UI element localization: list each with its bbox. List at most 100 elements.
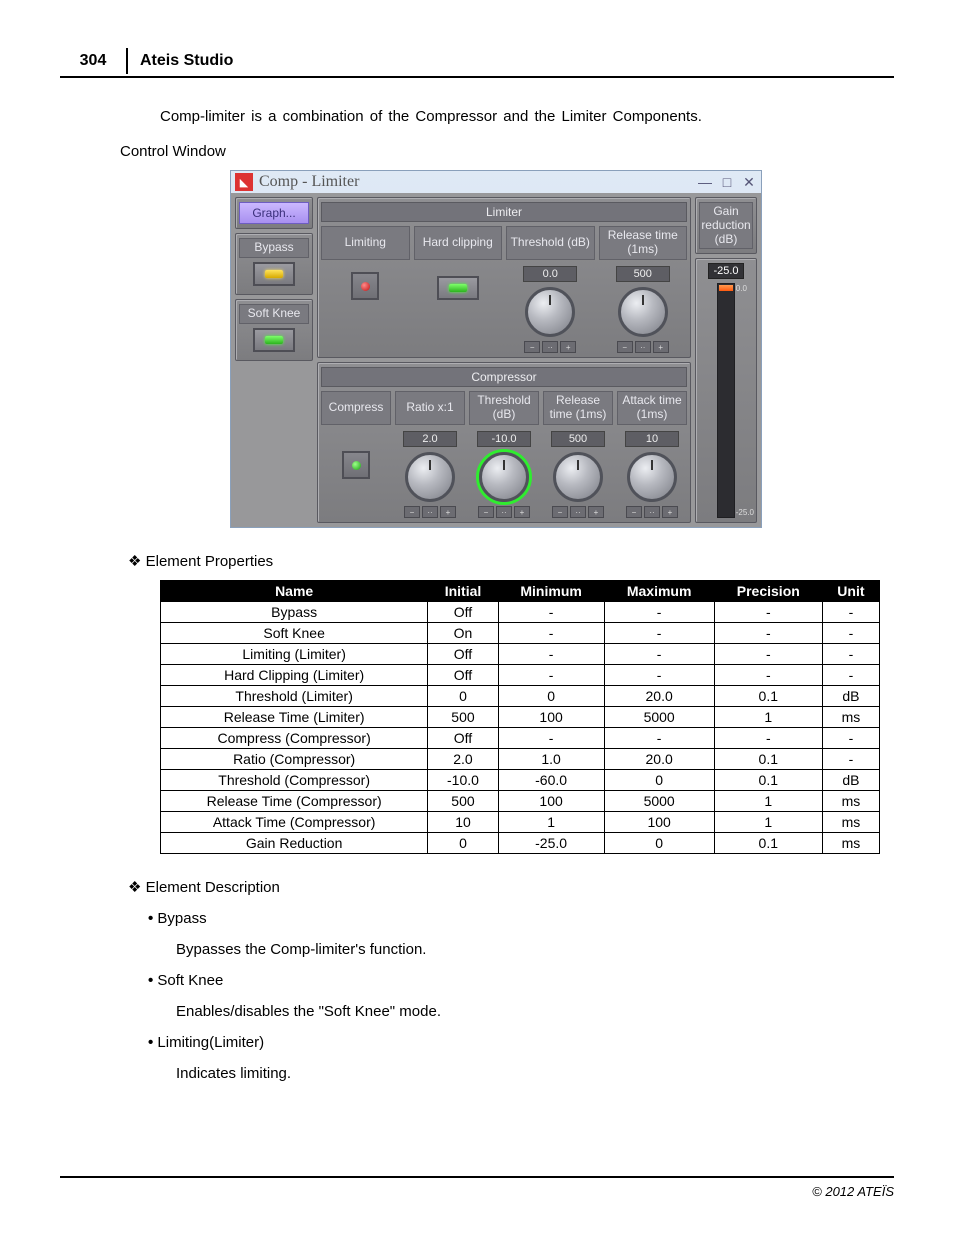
compress-indicator[interactable] <box>342 451 370 479</box>
table-row: Attack Time (Compressor)1011001ms <box>161 812 880 833</box>
table-cell: -60.0 <box>498 770 604 791</box>
graph-panel: Graph... <box>235 197 313 229</box>
attack-stepper[interactable]: −··+ <box>626 506 678 518</box>
comp-release-value: 500 <box>551 431 605 447</box>
led-icon <box>265 270 283 278</box>
gain-reduction-meter-panel: -25.0 0.0 -25.0 <box>695 258 757 523</box>
table-cell: Bypass <box>161 602 428 623</box>
hardclip-cell: Hard clipping <box>414 226 503 353</box>
table-cell: 500 <box>428 707 498 728</box>
led-icon <box>265 336 283 344</box>
table-cell: - <box>498 644 604 665</box>
table-cell: Off <box>428 602 498 623</box>
table-row: Hard Clipping (Limiter)Off---- <box>161 665 880 686</box>
graph-button[interactable]: Graph... <box>239 202 309 224</box>
table-cell: - <box>714 665 822 686</box>
th-name: Name <box>161 581 428 602</box>
table-cell: 100 <box>604 812 714 833</box>
limiter-release-label: Release time (1ms) <box>599 226 688 260</box>
comp-release-knob[interactable] <box>553 452 603 502</box>
description-title: Limiting(Limiter) <box>148 1034 894 1051</box>
table-cell: 1.0 <box>498 749 604 770</box>
table-cell: Soft Knee <box>161 623 428 644</box>
comp-release-cell: Release time (1ms) 500 −··+ <box>543 391 613 518</box>
table-cell: 0.1 <box>714 833 822 854</box>
table-cell: Limiting (Limiter) <box>161 644 428 665</box>
table-cell: - <box>822 728 879 749</box>
limiter-threshold-stepper[interactable]: −··+ <box>524 341 576 353</box>
table-cell: - <box>822 749 879 770</box>
gain-reduction-label: Gain reduction (dB) <box>699 202 753 249</box>
bypass-panel: Bypass <box>235 233 313 295</box>
table-cell: ms <box>822 791 879 812</box>
close-icon[interactable]: ✕ <box>741 175 757 189</box>
page-footer: © 2012 ATEÏS <box>60 1176 894 1199</box>
table-cell: ms <box>822 833 879 854</box>
page-number: 304 <box>60 48 128 74</box>
table-cell: - <box>498 623 604 644</box>
dot-icon <box>361 282 370 291</box>
table-cell: dB <box>822 770 879 791</box>
page-header: 304 Ateis Studio <box>60 48 894 78</box>
table-cell: - <box>604 644 714 665</box>
table-cell: -25.0 <box>498 833 604 854</box>
gain-reduction-value: -25.0 <box>708 263 743 279</box>
attack-cell: Attack time (1ms) 10 −··+ <box>617 391 687 518</box>
limiter-release-value: 500 <box>616 266 670 282</box>
limiter-threshold-knob[interactable] <box>525 287 575 337</box>
table-row: Compress (Compressor)Off---- <box>161 728 880 749</box>
table-row: Gain Reduction0-25.000.1ms <box>161 833 880 854</box>
table-cell: 0.1 <box>714 686 822 707</box>
table-cell: 0.1 <box>714 770 822 791</box>
table-cell: - <box>498 602 604 623</box>
table-cell: 20.0 <box>604 749 714 770</box>
th-min: Minimum <box>498 581 604 602</box>
ratio-stepper[interactable]: −··+ <box>404 506 456 518</box>
comp-threshold-stepper[interactable]: −··+ <box>478 506 530 518</box>
table-cell: - <box>714 623 822 644</box>
table-cell: - <box>498 728 604 749</box>
table-cell: - <box>822 644 879 665</box>
window-body: Graph... Bypass Soft Knee Limiter <box>231 193 761 527</box>
softknee-panel: Soft Knee <box>235 299 313 361</box>
titlebar: ◣ Comp - Limiter — □ ✕ <box>231 171 761 193</box>
table-cell: 1 <box>498 812 604 833</box>
table-cell: 2.0 <box>428 749 498 770</box>
th-precision: Precision <box>714 581 822 602</box>
table-cell: Off <box>428 665 498 686</box>
hardclip-label: Hard clipping <box>414 226 503 260</box>
middle-column: Limiter Limiting Hard clipping Threshold… <box>317 197 691 523</box>
hardclip-toggle[interactable] <box>437 276 479 300</box>
comp-release-stepper[interactable]: −··+ <box>552 506 604 518</box>
table-cell: 0 <box>428 686 498 707</box>
softknee-label: Soft Knee <box>239 304 309 324</box>
comp-threshold-knob[interactable] <box>479 452 529 502</box>
table-cell: 1 <box>714 707 822 728</box>
meter-fill <box>719 285 733 291</box>
ratio-cell: Ratio x:1 2.0 −··+ <box>395 391 465 518</box>
minimize-icon[interactable]: — <box>697 175 713 189</box>
maximize-icon[interactable]: □ <box>719 175 735 189</box>
left-column: Graph... Bypass Soft Knee <box>235 197 313 523</box>
limiter-release-knob[interactable] <box>618 287 668 337</box>
table-row: Threshold (Compressor)-10.0-60.000.1dB <box>161 770 880 791</box>
table-cell: - <box>604 728 714 749</box>
table-cell: -10.0 <box>428 770 498 791</box>
ratio-knob[interactable] <box>405 452 455 502</box>
table-row: Soft KneeOn---- <box>161 623 880 644</box>
description-title: Soft Knee <box>148 972 894 989</box>
softknee-toggle[interactable] <box>253 328 295 352</box>
bypass-toggle[interactable] <box>253 262 295 286</box>
attack-knob[interactable] <box>627 452 677 502</box>
limiter-release-stepper[interactable]: −··+ <box>617 341 669 353</box>
manual-title: Ateis Studio <box>128 48 245 74</box>
description-body: Enables/disables the "Soft Knee" mode. <box>176 1003 894 1020</box>
dot-icon <box>352 461 361 470</box>
th-max: Maximum <box>604 581 714 602</box>
description-body: Bypasses the Comp-limiter's function. <box>176 941 894 958</box>
table-cell: - <box>604 602 714 623</box>
section-control-window: Control Window <box>120 143 894 160</box>
intro-paragraph: Comp-limiter is a combination of the Com… <box>160 108 894 125</box>
table-cell: - <box>498 665 604 686</box>
limiting-indicator[interactable] <box>351 272 379 300</box>
